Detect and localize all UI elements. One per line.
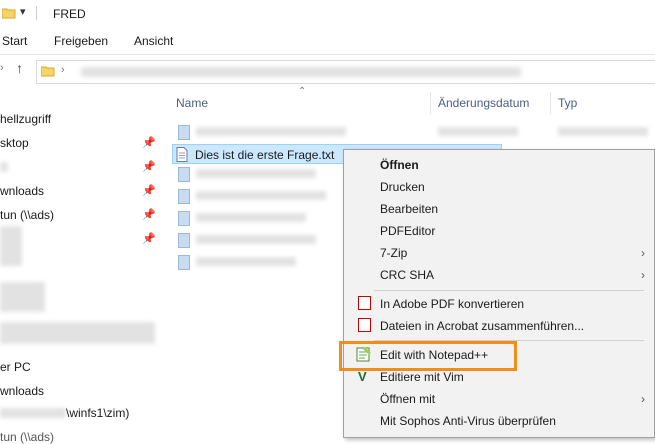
menu-item-adobe-pdf[interactable]: In Adobe PDF konvertieren	[380, 297, 524, 311]
file-icon	[178, 167, 190, 182]
nav-item-redacted	[0, 282, 45, 312]
navigation-pane: hellzugriff sktop 📌 📌 wnloads 📌 tun (\\a…	[0, 86, 160, 444]
menu-item-crc-sha[interactable]: CRC SHA	[380, 268, 434, 282]
highlight-annotation	[339, 341, 517, 371]
folder-icon	[2, 8, 16, 19]
submenu-chevron-icon: ›	[641, 246, 645, 260]
table-row-redacted[interactable]	[196, 127, 346, 136]
table-cell-redacted	[558, 127, 648, 136]
title-bar: ▾ FRED	[0, 0, 655, 28]
table-row-redacted[interactable]	[196, 213, 306, 222]
chevron-down-icon[interactable]: ›	[0, 62, 4, 74]
column-header-date[interactable]: Änderungsdatum	[438, 96, 529, 110]
column-header-name[interactable]: Name	[176, 96, 208, 110]
file-icon	[178, 125, 190, 140]
address-bar[interactable]: ›	[36, 60, 655, 84]
menu-separator	[374, 290, 644, 291]
file-icon	[178, 233, 190, 248]
ribbon: Start Freigeben Ansicht	[0, 28, 655, 55]
nav-item-downloads[interactable]: wnloads	[0, 184, 44, 198]
menu-item-pdfeditor[interactable]: PDFEditor	[380, 224, 435, 238]
menu-item-acrobat-merge[interactable]: Dateien in Acrobat zusammenführen...	[380, 319, 584, 333]
submenu-chevron-icon: ›	[641, 392, 645, 406]
title-divider	[36, 6, 37, 20]
menu-item-7zip[interactable]: 7-Zip	[380, 246, 407, 260]
tab-freigeben[interactable]: Freigeben	[54, 34, 108, 48]
nav-item-redacted	[0, 162, 8, 172]
window-title: FRED	[53, 7, 86, 21]
nav-item-network-winfs[interactable]: \winfs1\zim)	[66, 406, 129, 420]
pin-icon: 📌	[142, 161, 156, 173]
table-row-redacted[interactable]	[196, 257, 296, 266]
nav-item-redacted	[0, 322, 155, 344]
acrobat-merge-icon	[358, 318, 371, 332]
vim-icon: V	[358, 369, 367, 384]
nav-item-quick-access[interactable]: hellzugriff	[0, 112, 51, 126]
table-row-redacted[interactable]	[196, 191, 326, 200]
pin-icon: 📌	[142, 185, 156, 197]
address-row: › ↑ ›	[0, 56, 655, 86]
nav-item-this-pc[interactable]: er PC	[0, 360, 31, 374]
menu-item-open[interactable]: Öffnen	[380, 158, 419, 172]
tab-start[interactable]: Start	[2, 34, 27, 48]
adobe-pdf-icon	[358, 296, 371, 310]
up-arrow-icon[interactable]: ↑	[16, 60, 23, 76]
nav-item-redacted	[0, 408, 66, 418]
column-separator[interactable]	[550, 92, 551, 114]
table-cell-redacted	[438, 127, 518, 136]
tab-ansicht[interactable]: Ansicht	[134, 34, 173, 48]
nav-item-redacted	[0, 226, 22, 266]
menu-item-vim[interactable]: Editiere mit Vim	[380, 370, 464, 384]
file-icon	[178, 255, 190, 270]
table-row-redacted[interactable]	[196, 235, 316, 244]
nav-item-downloads-pc[interactable]: wnloads	[0, 384, 44, 398]
selected-file-name: Dies ist die erste Frage.txt	[195, 148, 335, 162]
pin-icon: 📌	[142, 209, 156, 221]
submenu-chevron-icon: ›	[641, 268, 645, 282]
file-icon	[178, 211, 190, 226]
breadcrumb-path-redacted	[81, 67, 521, 77]
file-icon	[178, 189, 190, 204]
nav-item-network-ads-2[interactable]: tun (\\ads)	[0, 430, 54, 444]
column-header-type[interactable]: Typ	[558, 96, 577, 110]
menu-item-print[interactable]: Drucken	[380, 180, 425, 194]
pin-icon: 📌	[142, 137, 156, 149]
menu-item-open-with[interactable]: Öffnen mit	[380, 392, 435, 406]
breadcrumb-chevron-icon: ›	[61, 64, 65, 76]
folder-icon	[41, 66, 55, 77]
nav-item-network-ads[interactable]: tun (\\ads)	[0, 208, 54, 222]
context-menu: Öffnen Drucken Bearbeiten PDFEditor 7-Zi…	[343, 149, 655, 438]
nav-item-desktop[interactable]: sktop	[0, 136, 29, 150]
sort-up-icon: ⌃	[298, 86, 307, 97]
quick-access-dropdown-icon[interactable]: ▾	[20, 5, 26, 18]
table-row-redacted[interactable]	[196, 169, 316, 178]
text-file-icon	[176, 147, 188, 162]
pin-icon: 📌	[142, 233, 156, 245]
column-separator[interactable]	[430, 92, 431, 114]
menu-item-sophos[interactable]: Mit Sophos Anti-Virus überprüfen	[380, 414, 556, 428]
menu-item-edit[interactable]: Bearbeiten	[380, 202, 438, 216]
